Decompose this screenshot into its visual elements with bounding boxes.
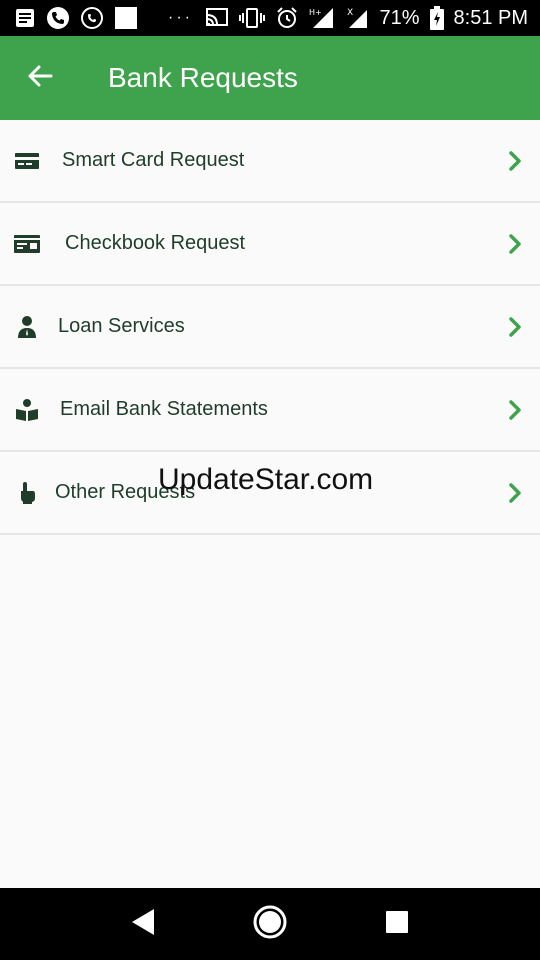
menu-item-label: Smart Card Request — [62, 149, 245, 171]
cast-icon — [205, 7, 229, 29]
book-reader-icon — [0, 398, 54, 422]
chevron-right-icon — [490, 150, 540, 171]
battery-charging-icon — [429, 6, 444, 30]
hand-pointer-icon — [0, 481, 54, 505]
menu-item-checkbook-request[interactable]: Checkbook Request — [0, 203, 540, 286]
signal-h-icon: H+ — [309, 6, 335, 30]
menu-item-loan-services[interactable]: Loan Services — [0, 286, 540, 369]
menu-item-label: Other Requests — [55, 481, 196, 503]
whatsapp-icon — [80, 6, 104, 30]
menu-item-smart-card-request[interactable]: Smart Card Request — [0, 120, 540, 203]
arrow-left-icon — [27, 63, 53, 94]
signal-x-icon: X — [345, 6, 369, 30]
person-icon — [0, 315, 54, 339]
menu-item-label: Checkbook Request — [65, 232, 246, 254]
phone-call-icon — [46, 6, 70, 30]
chevron-right-icon — [490, 316, 540, 337]
nav-back-button[interactable] — [113, 894, 173, 954]
status-bar: ··· H+ X 71% 8:51 PM — [0, 0, 540, 36]
request-menu-list: Smart Card Request Checkbook Request Loa… — [0, 120, 540, 535]
card-icon — [0, 151, 54, 171]
page-title: Bank Requests — [108, 62, 298, 93]
svg-text:H+: H+ — [309, 8, 322, 17]
home-circle-icon — [253, 905, 287, 944]
menu-item-other-requests[interactable]: Other Requests — [0, 452, 540, 535]
status-left: ··· — [14, 6, 193, 30]
more-notifications: ··· — [168, 9, 193, 26]
chevron-right-icon — [490, 399, 540, 420]
navigation-bar — [0, 888, 540, 960]
svg-text:X: X — [347, 8, 353, 18]
vibrate-icon — [239, 7, 266, 29]
square-recents-icon — [385, 910, 409, 939]
status-right: H+ X 71% 8:51 PM — [205, 6, 528, 30]
menu-item-label: Loan Services — [58, 315, 185, 337]
menu-item-label: Email Bank Statements — [60, 398, 268, 420]
battery-percent: 71% — [379, 6, 420, 29]
chevron-right-icon — [490, 233, 540, 254]
news-icon — [14, 7, 36, 29]
alarm-icon — [275, 6, 299, 30]
back-button[interactable] — [0, 36, 80, 120]
menu-item-email-bank-statements[interactable]: Email Bank Statements — [0, 369, 540, 452]
nav-recents-button[interactable] — [367, 894, 427, 954]
clock: 8:51 PM — [453, 6, 528, 29]
app-bar: Bank Requests — [0, 36, 540, 120]
checkbook-icon — [0, 234, 54, 254]
chevron-right-icon — [490, 482, 540, 503]
nav-home-button[interactable] — [240, 894, 300, 954]
triangle-back-icon — [130, 907, 156, 942]
blank-square-icon — [114, 6, 138, 30]
